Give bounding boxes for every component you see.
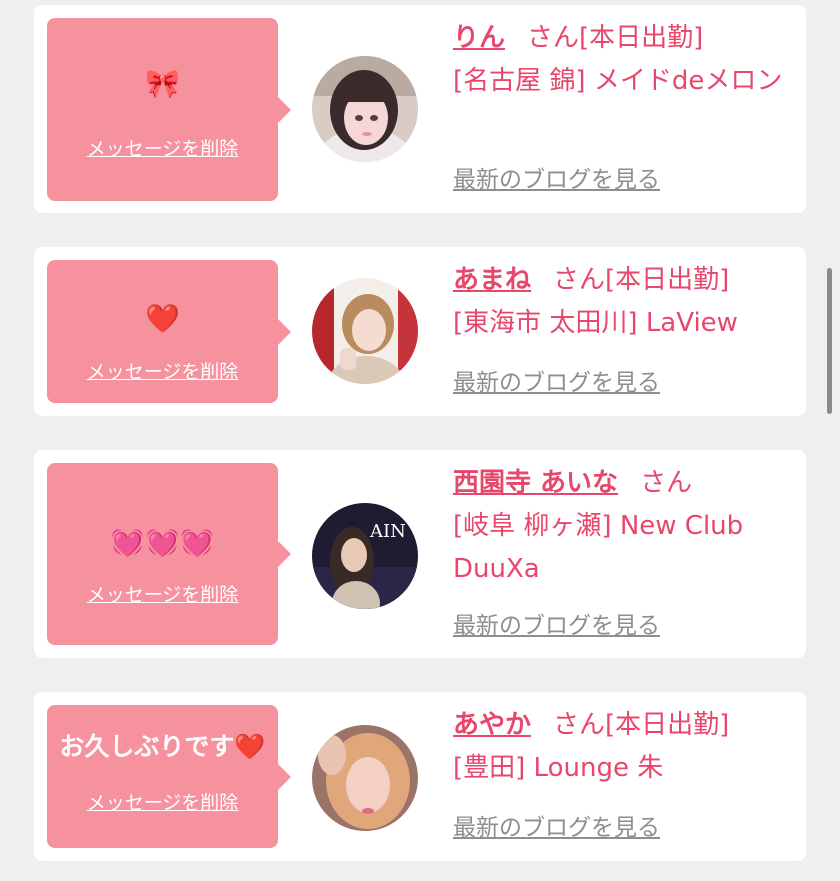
latest-blog-link[interactable]: 最新のブログを見る [453,611,660,641]
cast-suffix: さん[本日出勤] [553,265,730,295]
avatar[interactable] [312,56,418,162]
scrollbar[interactable] [827,268,832,414]
cast-info: りん さん[本日出勤] [名古屋 錦] メイドdeメロン [453,17,793,103]
avatar[interactable]: AIN [312,503,418,609]
cast-info: 西園寺 あいな さん [岐阜 柳ヶ瀬] New Club DuuXa [453,462,793,591]
shop-name: [東海市 太田川] LaView [453,308,738,338]
cast-info: あやか さん[本日出勤] [豊田] Lounge 朱 [453,704,793,790]
cast-name-link[interactable]: 西園寺 あいな [453,468,618,498]
latest-blog-link[interactable]: 最新のブログを見る [453,165,660,195]
message-card: 💓💓💓 メッセージを削除 AIN 西園寺 あいな さん [岐阜 柳ヶ瀬] New … [34,450,806,658]
shop-name: [岐阜 柳ヶ瀬] New Club DuuXa [453,511,744,584]
latest-blog-link[interactable]: 最新のブログを見る [453,813,660,843]
message-bubble: 🎀 メッセージを削除 [47,18,291,201]
message-bubble: お久しぶりです❤️ メッセージを削除 [47,705,291,848]
message-list: 🎀 メッセージを削除 りん さん[本日出勤] [名古屋 錦] メイドdeメロン 最… [0,0,840,881]
message-card: ❤️ メッセージを削除 あまね さん[本日出勤] [東海市 太田川] LaView… [34,247,806,416]
message-bubble: ❤️ メッセージを削除 [47,260,291,403]
cast-name-link[interactable]: あまね [453,265,531,295]
cast-suffix: さん[本日出勤] [527,23,704,53]
avatar[interactable] [312,725,418,831]
shop-name: [名古屋 錦] メイドdeメロン [453,66,783,96]
cast-suffix: さん [640,468,693,498]
delete-message-link[interactable]: メッセージを削除 [47,137,278,161]
svg-text:AIN: AIN [369,521,406,542]
message-bubble: 💓💓💓 メッセージを削除 [47,463,291,645]
message-text: ❤️ [145,302,180,335]
message-card: お久しぶりです❤️ メッセージを削除 あやか さん[本日出勤] [豊田] Loun… [34,692,806,861]
message-card: 🎀 メッセージを削除 りん さん[本日出勤] [名古屋 錦] メイドdeメロン 最… [34,5,806,213]
cast-name-link[interactable]: りん [453,23,505,53]
delete-message-link[interactable]: メッセージを削除 [47,360,278,384]
delete-message-link[interactable]: メッセージを削除 [47,583,278,607]
delete-message-link[interactable]: メッセージを削除 [47,791,278,815]
cast-name-link[interactable]: あやか [453,710,531,740]
avatar[interactable] [312,278,418,384]
latest-blog-link[interactable]: 最新のブログを見る [453,368,660,398]
message-text: お久しぶりです❤️ [59,732,266,761]
message-text: 🎀 [145,67,180,100]
shop-name: [豊田] Lounge 朱 [453,753,664,783]
cast-suffix: さん[本日出勤] [553,710,730,740]
message-text: 💓💓💓 [110,525,215,558]
cast-info: あまね さん[本日出勤] [東海市 太田川] LaView [453,259,793,345]
